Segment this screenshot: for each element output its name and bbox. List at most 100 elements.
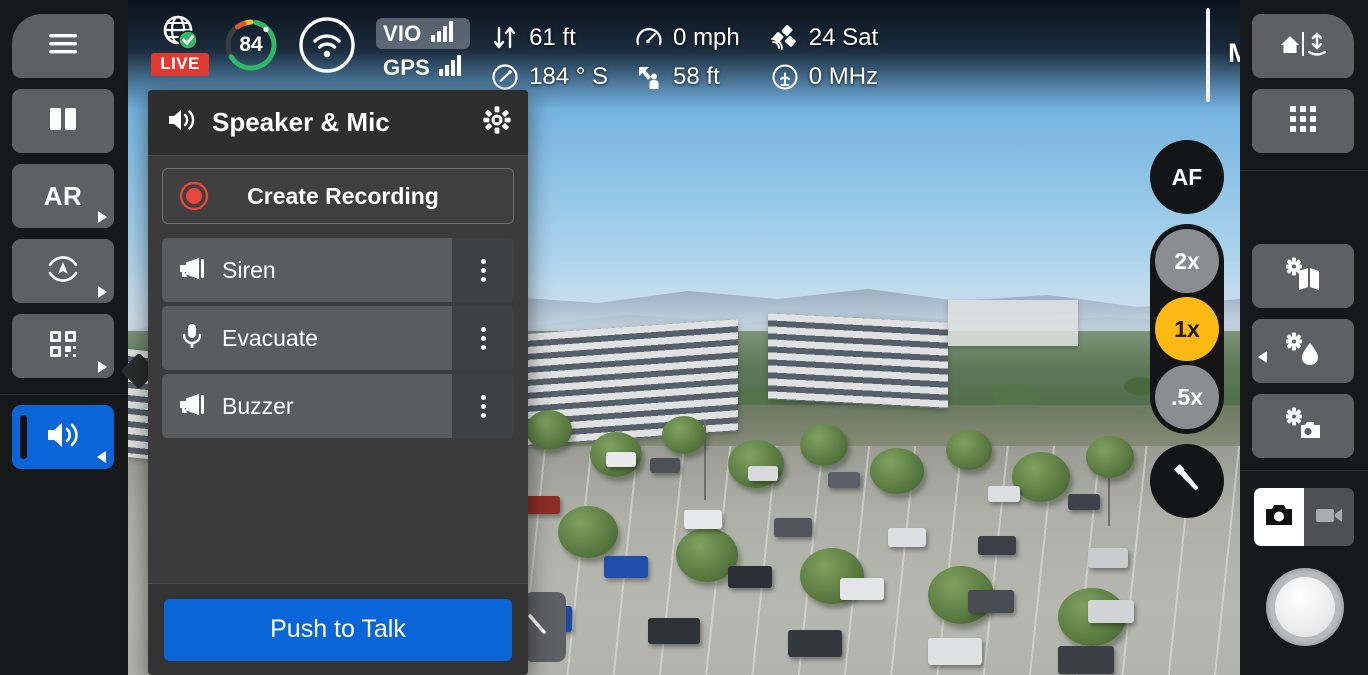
compass-icon [490, 63, 520, 91]
video-camera-icon [1314, 504, 1344, 531]
gps-signal[interactable]: GPS [376, 52, 470, 83]
zoom-level-group: 2x 1x .5x [1150, 224, 1224, 434]
speed-value: 0 mph [673, 23, 740, 51]
zoom-1x-button[interactable]: 1x [1155, 297, 1219, 361]
chevron-right-icon [98, 211, 107, 223]
qr-grid-icon [47, 328, 79, 365]
camera-settings-button[interactable] [1252, 394, 1354, 458]
parked-car [684, 510, 722, 529]
camera-icon [1264, 503, 1294, 532]
gear-thermal-icon [1281, 332, 1325, 371]
shutter-inner [1275, 577, 1335, 637]
obscured-tool-button[interactable] [524, 592, 566, 662]
drone-controller-screen: LIVE 84 VIO GPS 61 ft 184 ° S 0 mph 58 f… [0, 0, 1368, 675]
gimbal-heading-icon [43, 252, 83, 291]
list-item-siren[interactable]: Siren [162, 238, 514, 302]
live-badge: LIVE [151, 53, 209, 76]
map-settings-button[interactable] [1252, 244, 1354, 308]
parked-car [774, 518, 812, 537]
parked-car [788, 630, 842, 657]
parked-car [968, 590, 1014, 613]
gear-camera-icon [1281, 407, 1325, 446]
battery-indicator[interactable]: 84 [222, 16, 280, 74]
panel-header: Speaker & Mic [148, 90, 528, 156]
parked-car [988, 486, 1020, 502]
autofocus-button[interactable]: AF [1150, 140, 1224, 214]
distance-value: 58 ft [673, 62, 720, 90]
flashlight-button[interactable] [1150, 444, 1224, 518]
video-mode-button[interactable] [1304, 488, 1354, 546]
record-dot-icon [179, 181, 209, 211]
altitude-row: 61 ft [490, 18, 608, 57]
sidebar-item-menu[interactable] [12, 14, 114, 78]
right-divider [1240, 170, 1368, 171]
telemetry-altitude-heading: 61 ft 184 ° S [490, 18, 608, 96]
speaker-icon [166, 106, 198, 139]
sidebar-item-ar[interactable]: AR [12, 164, 114, 228]
parked-car [604, 556, 648, 578]
altitude-value: 61 ft [529, 23, 576, 51]
chevron-right-icon [98, 286, 107, 298]
sidebar-item-scan[interactable] [12, 314, 114, 378]
capture-divider [1240, 470, 1368, 471]
hamburger-icon [46, 31, 80, 62]
tree [1012, 452, 1070, 502]
megaphone-icon [178, 392, 206, 421]
gear-icon[interactable] [482, 105, 512, 140]
signal-group: VIO GPS [376, 18, 471, 86]
live-stream-indicator[interactable]: LIVE [151, 12, 209, 76]
sidebar-divider [0, 394, 128, 395]
parked-car [840, 578, 884, 600]
zoom-2x-button[interactable]: 2x [1155, 229, 1219, 293]
parked-car [606, 452, 636, 467]
shutter-button[interactable] [1266, 568, 1344, 646]
sidebar-item-speaker[interactable] [12, 405, 114, 469]
push-to-talk-button[interactable]: Push to Talk [164, 598, 512, 661]
clip-label: Buzzer [222, 392, 294, 419]
clip-label: Siren [222, 256, 276, 283]
altitude-updown-icon [490, 24, 520, 52]
kebab-menu-icon[interactable] [452, 238, 514, 302]
heading-value: 184 ° S [529, 62, 609, 90]
vio-label: VIO [383, 20, 422, 46]
signal-bars-icon [429, 20, 455, 47]
parked-car [1088, 548, 1128, 568]
telemetry-sat-freq: 24 Sat 0 MHz [770, 18, 878, 96]
parked-car [748, 466, 778, 481]
clip-play-area[interactable]: Buzzer [162, 374, 452, 438]
thermal-settings-button[interactable] [1252, 319, 1354, 383]
radio-tower-icon [770, 63, 800, 91]
globe-check-icon [160, 12, 200, 52]
battery-percent: 84 [239, 33, 263, 56]
kebab-menu-icon[interactable] [452, 306, 514, 370]
photo-mode-button[interactable] [1254, 488, 1304, 546]
vio-signal[interactable]: VIO [376, 18, 471, 49]
clip-play-area[interactable]: Evacuate [162, 306, 452, 370]
chevron-left-icon [1258, 351, 1267, 363]
sidebar-item-gimbal[interactable] [12, 239, 114, 303]
speed-row: 0 mph [634, 18, 740, 57]
tree [800, 424, 848, 466]
parked-car [650, 458, 680, 473]
wifi-icon[interactable] [296, 14, 358, 76]
panel-title: Speaker & Mic [212, 107, 390, 137]
signal-bars-icon [437, 54, 463, 81]
parked-car [1088, 600, 1134, 623]
list-item-evacuate[interactable]: Evacuate [162, 306, 514, 370]
app-grid-button[interactable] [1252, 89, 1354, 153]
home-land-button[interactable] [1252, 14, 1354, 78]
list-item-buzzer[interactable]: Buzzer [162, 374, 514, 438]
parked-car [1068, 494, 1100, 510]
clip-play-area[interactable]: Siren [162, 238, 452, 302]
home-land-icon [1277, 29, 1329, 64]
create-recording-label: Create Recording [247, 182, 439, 209]
frequency-value: 0 MHz [808, 62, 879, 90]
distance-to-pilot-icon [634, 63, 664, 91]
sidebar-item-split-view[interactable] [12, 89, 114, 153]
kebab-menu-icon[interactable] [452, 374, 514, 438]
create-recording-button[interactable]: Create Recording [162, 168, 514, 224]
capture-mode-switch [1254, 488, 1354, 546]
zoom-05x-button[interactable]: .5x [1155, 365, 1219, 429]
frequency-row: 0 MHz [770, 57, 878, 96]
flashlight-icon [1168, 459, 1206, 503]
